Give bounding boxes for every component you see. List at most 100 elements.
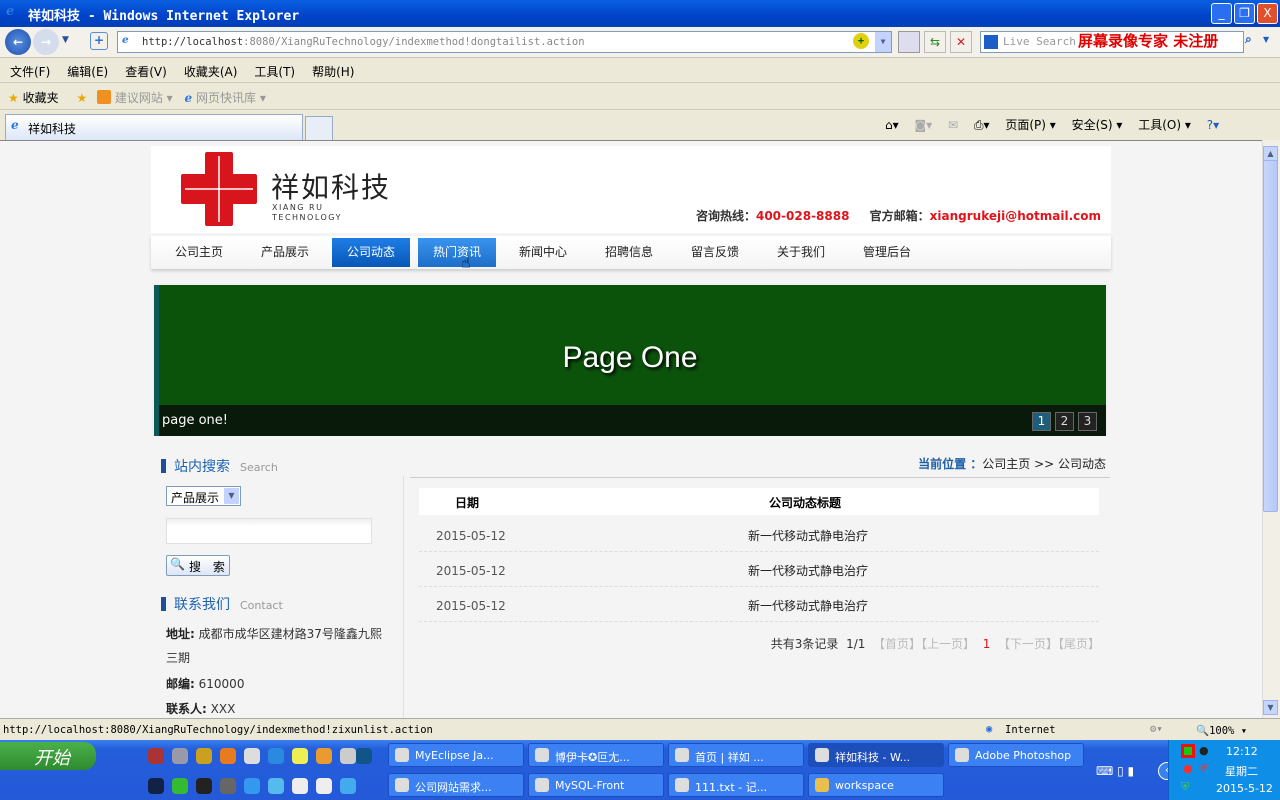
refresh-icon[interactable]: ⇆ (924, 31, 946, 53)
task-ie-active[interactable]: 祥如科技 - W... (808, 743, 944, 767)
mail-icon[interactable]: ✉ (948, 118, 958, 132)
qq-icon[interactable] (196, 778, 212, 794)
scroll-down-button[interactable]: ▼ (1263, 700, 1278, 715)
app-icon[interactable] (356, 748, 372, 764)
table-row[interactable]: 2015-05-12 新一代移动式静电治疗 (419, 552, 1099, 587)
scrollbar-thumb[interactable] (1263, 160, 1278, 512)
protected-mode-icon[interactable]: ⚙▾ (1150, 723, 1163, 735)
shield-x-icon[interactable]: ⛨ (1199, 762, 1207, 776)
app-icon[interactable] (292, 748, 308, 764)
app-icon[interactable] (340, 748, 356, 764)
eclipse-icon[interactable] (172, 748, 188, 764)
qq-tray-icon[interactable]: ● (1199, 744, 1209, 757)
slide-page-1[interactable]: 1 (1032, 412, 1051, 431)
category-select[interactable]: 产品展示 ▼ (166, 486, 241, 506)
row-title-link[interactable]: 新一代移动式静电治疗 (748, 527, 868, 544)
notepad-icon[interactable] (292, 778, 308, 794)
safety-menu[interactable]: 安全(S) ▾ (1072, 118, 1123, 132)
recorder-icon[interactable] (1181, 744, 1195, 758)
app-icon[interactable] (268, 748, 284, 764)
nav-feedback[interactable]: 留言反馈 (676, 238, 754, 267)
scroll-up-button[interactable]: ▲ (1263, 146, 1278, 161)
web-slice-gallery[interactable]: 网页快讯库 ▾ (196, 91, 266, 105)
forward-button[interactable]: → (33, 29, 59, 55)
row-title-link[interactable]: 新一代移动式静电治疗 (748, 597, 868, 614)
menu-tools[interactable]: 工具(T) (254, 65, 295, 79)
keyword-input[interactable] (166, 518, 372, 544)
nav-home[interactable]: 公司主页 (160, 238, 238, 267)
slide-page-3[interactable]: 3 (1078, 412, 1097, 431)
security-shield-icon[interactable]: ⛨ (1181, 780, 1189, 794)
app-icon[interactable] (244, 748, 260, 764)
tray-small-icons[interactable]: ⌨ ▯ ▮ (1096, 764, 1134, 778)
menu-favorites[interactable]: 收藏夹(A) (184, 65, 238, 79)
menu-view[interactable]: 查看(V) (125, 65, 167, 79)
task-homepage[interactable]: 首页 | 祥如 ... (668, 743, 804, 767)
app-icon[interactable] (316, 748, 332, 764)
nav-news-center[interactable]: 新闻中心 (504, 238, 582, 267)
close-button[interactable]: X (1257, 3, 1278, 24)
add-favorite-icon[interactable]: ★ (76, 91, 87, 105)
next-page-link[interactable]: 【下一页】 (998, 637, 1058, 651)
task-mysql-front[interactable]: MySQL-Front (528, 773, 664, 797)
qq-offline-icon[interactable]: ● (1183, 762, 1193, 775)
nav-jobs[interactable]: 招聘信息 (590, 238, 668, 267)
table-row[interactable]: 2015-05-12 新一代移动式静电治疗 (419, 517, 1099, 552)
slide-page-2[interactable]: 2 (1055, 412, 1074, 431)
menu-help[interactable]: 帮助(H) (312, 65, 354, 79)
app-icon[interactable] (220, 748, 236, 764)
browser-tab[interactable]: e 祥如科技 (5, 114, 303, 140)
nav-hot-info[interactable]: 热门资讯 (418, 238, 496, 267)
help-icon[interactable]: ?▾ (1207, 118, 1219, 132)
zoom-control[interactable]: 🔍100% ▾ (1196, 724, 1247, 737)
page-menu[interactable]: 页面(P) ▾ (1005, 118, 1055, 132)
search-icon[interactable]: ⌕ (1245, 32, 1261, 52)
mysql-icon[interactable] (196, 748, 212, 764)
app-icon[interactable] (148, 778, 164, 794)
browser-icon[interactable] (172, 778, 188, 794)
nav-company-news[interactable]: 公司动态 (332, 238, 410, 267)
task-word[interactable]: 公司网站需求... (388, 773, 524, 797)
ie-icon[interactable] (244, 778, 260, 794)
feeds-icon[interactable]: ◙▾ (914, 118, 932, 132)
search-button[interactable]: 🔍 搜 索 (166, 555, 230, 576)
stop-icon[interactable]: ✕ (950, 31, 972, 53)
task-workspace-folder[interactable]: workspace (808, 773, 944, 797)
row-title-link[interactable]: 新一代移动式静电治疗 (748, 562, 868, 579)
nav-about[interactable]: 关于我们 (762, 238, 840, 267)
tools-menu[interactable]: 工具(O) ▾ (1138, 118, 1191, 132)
print-icon[interactable]: ⎙▾ (974, 118, 990, 132)
task-photoshop[interactable]: Adobe Photoshop (948, 743, 1084, 767)
search-options-icon[interactable]: ▼ (1263, 35, 1269, 44)
add-icon[interactable]: + (853, 33, 869, 49)
restore-button[interactable]: ❐ (1234, 3, 1255, 24)
clock-time[interactable]: 12:12 (1226, 745, 1258, 758)
last-page-link[interactable]: 【尾页】 (1058, 637, 1100, 651)
home-icon[interactable]: ⌂▾ (885, 118, 899, 132)
task-chat[interactable]: 博伊卡✪叵尢... (528, 743, 664, 767)
nav-admin[interactable]: 管理后台 (848, 238, 926, 267)
app-icon[interactable] (268, 778, 284, 794)
notepad-icon[interactable] (316, 778, 332, 794)
app-icon[interactable] (220, 778, 236, 794)
history-dropdown-icon[interactable]: ▼ (62, 35, 69, 45)
task-notepad[interactable]: 111.txt - 记... (668, 773, 804, 797)
nav-products[interactable]: 产品展示 (246, 238, 324, 267)
start-button[interactable]: 开始 (0, 742, 96, 770)
menu-edit[interactable]: 编辑(E) (67, 65, 108, 79)
new-plus-icon[interactable]: + (90, 32, 108, 50)
app-icon[interactable] (340, 778, 356, 794)
minimize-button[interactable]: _ (1211, 3, 1232, 24)
favorites-button[interactable]: 收藏夹 (23, 91, 59, 105)
back-button[interactable]: ← (5, 29, 31, 55)
address-dropdown-icon[interactable]: ▼ (875, 32, 891, 52)
first-page-link[interactable]: 【首页】 (873, 637, 921, 651)
suggested-sites[interactable]: 建议网站 ▾ (115, 91, 173, 105)
prev-page-link[interactable]: 【上一页】 (921, 637, 975, 651)
new-tab-button[interactable] (305, 116, 333, 140)
task-myeclipse[interactable]: MyEclipse Ja... (388, 743, 524, 767)
menu-file[interactable]: 文件(F) (10, 65, 50, 79)
table-row[interactable]: 2015-05-12 新一代移动式静电治疗 (419, 587, 1099, 622)
address-input[interactable]: e http://localhost:8080/XiangRuTechnolog… (117, 31, 892, 53)
compat-view-icon[interactable] (898, 31, 920, 53)
